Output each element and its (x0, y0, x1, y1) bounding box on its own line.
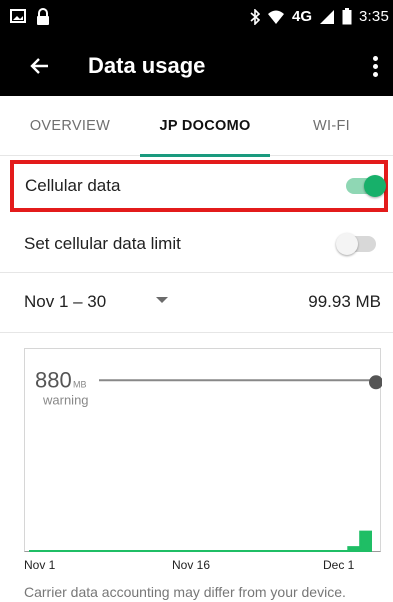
cellular-data-toggle[interactable] (346, 175, 386, 197)
tab-wifi[interactable]: WI-FI (270, 96, 393, 156)
warning-value: 880 (35, 367, 72, 392)
billing-cycle-row: Nov 1 – 30 99.93 MB (0, 272, 393, 332)
usage-chart: 880 MB warning Nov 1 Nov 16 Dec 1 (0, 340, 393, 576)
warning-label: warning (42, 392, 89, 407)
data-limit-row[interactable]: Set cellular data limit (0, 216, 393, 272)
x-tick-label: Nov 1 (24, 558, 56, 572)
status-bar: 4G 3:35 (0, 0, 393, 36)
carrier-footnote: Carrier data accounting may differ from … (24, 584, 346, 600)
warning-unit: MB (73, 379, 87, 389)
cellular-data-row[interactable]: Cellular data (10, 160, 388, 212)
cycle-range-label: Nov 1 – 30 (24, 292, 107, 311)
overflow-menu-icon[interactable] (367, 52, 383, 80)
wifi-icon (267, 10, 284, 24)
data-limit-toggle[interactable] (336, 233, 376, 255)
image-icon (10, 9, 26, 23)
warning-handle (369, 375, 382, 390)
lock-icon (37, 8, 49, 25)
chart-frame: 880 MB warning (24, 348, 382, 552)
clock: 3:35 (359, 8, 389, 25)
cycle-dropdown-icon[interactable] (156, 297, 168, 303)
toggle-knob (364, 175, 386, 197)
chart-canvas: 880 MB warning (29, 367, 382, 552)
divider (0, 332, 393, 333)
usage-line (29, 530, 372, 552)
page-title: Data usage (88, 53, 206, 78)
usage-area (29, 531, 372, 552)
back-button[interactable] (26, 52, 54, 80)
tab-overview[interactable]: OVERVIEW (0, 96, 140, 156)
tab-jp-docomo[interactable]: JP DOCOMO (140, 96, 270, 156)
cellular-data-label: Cellular data (25, 176, 121, 195)
tab-indicator (140, 154, 270, 157)
arrow-back-icon (30, 58, 48, 74)
app-bar: Data usage (0, 36, 393, 96)
tab-bar: OVERVIEW JP DOCOMO WI-FI (0, 96, 393, 156)
signal-icon (320, 9, 334, 24)
toggle-knob (336, 233, 358, 255)
x-tick-label: Nov 16 (172, 558, 211, 572)
bluetooth-icon (250, 8, 260, 25)
battery-icon (342, 8, 352, 25)
cycle-usage-value: 99.93 MB (308, 292, 381, 311)
network-type: 4G (291, 8, 312, 25)
data-limit-label: Set cellular data limit (24, 234, 181, 253)
x-tick-label: Dec 1 (323, 558, 355, 572)
